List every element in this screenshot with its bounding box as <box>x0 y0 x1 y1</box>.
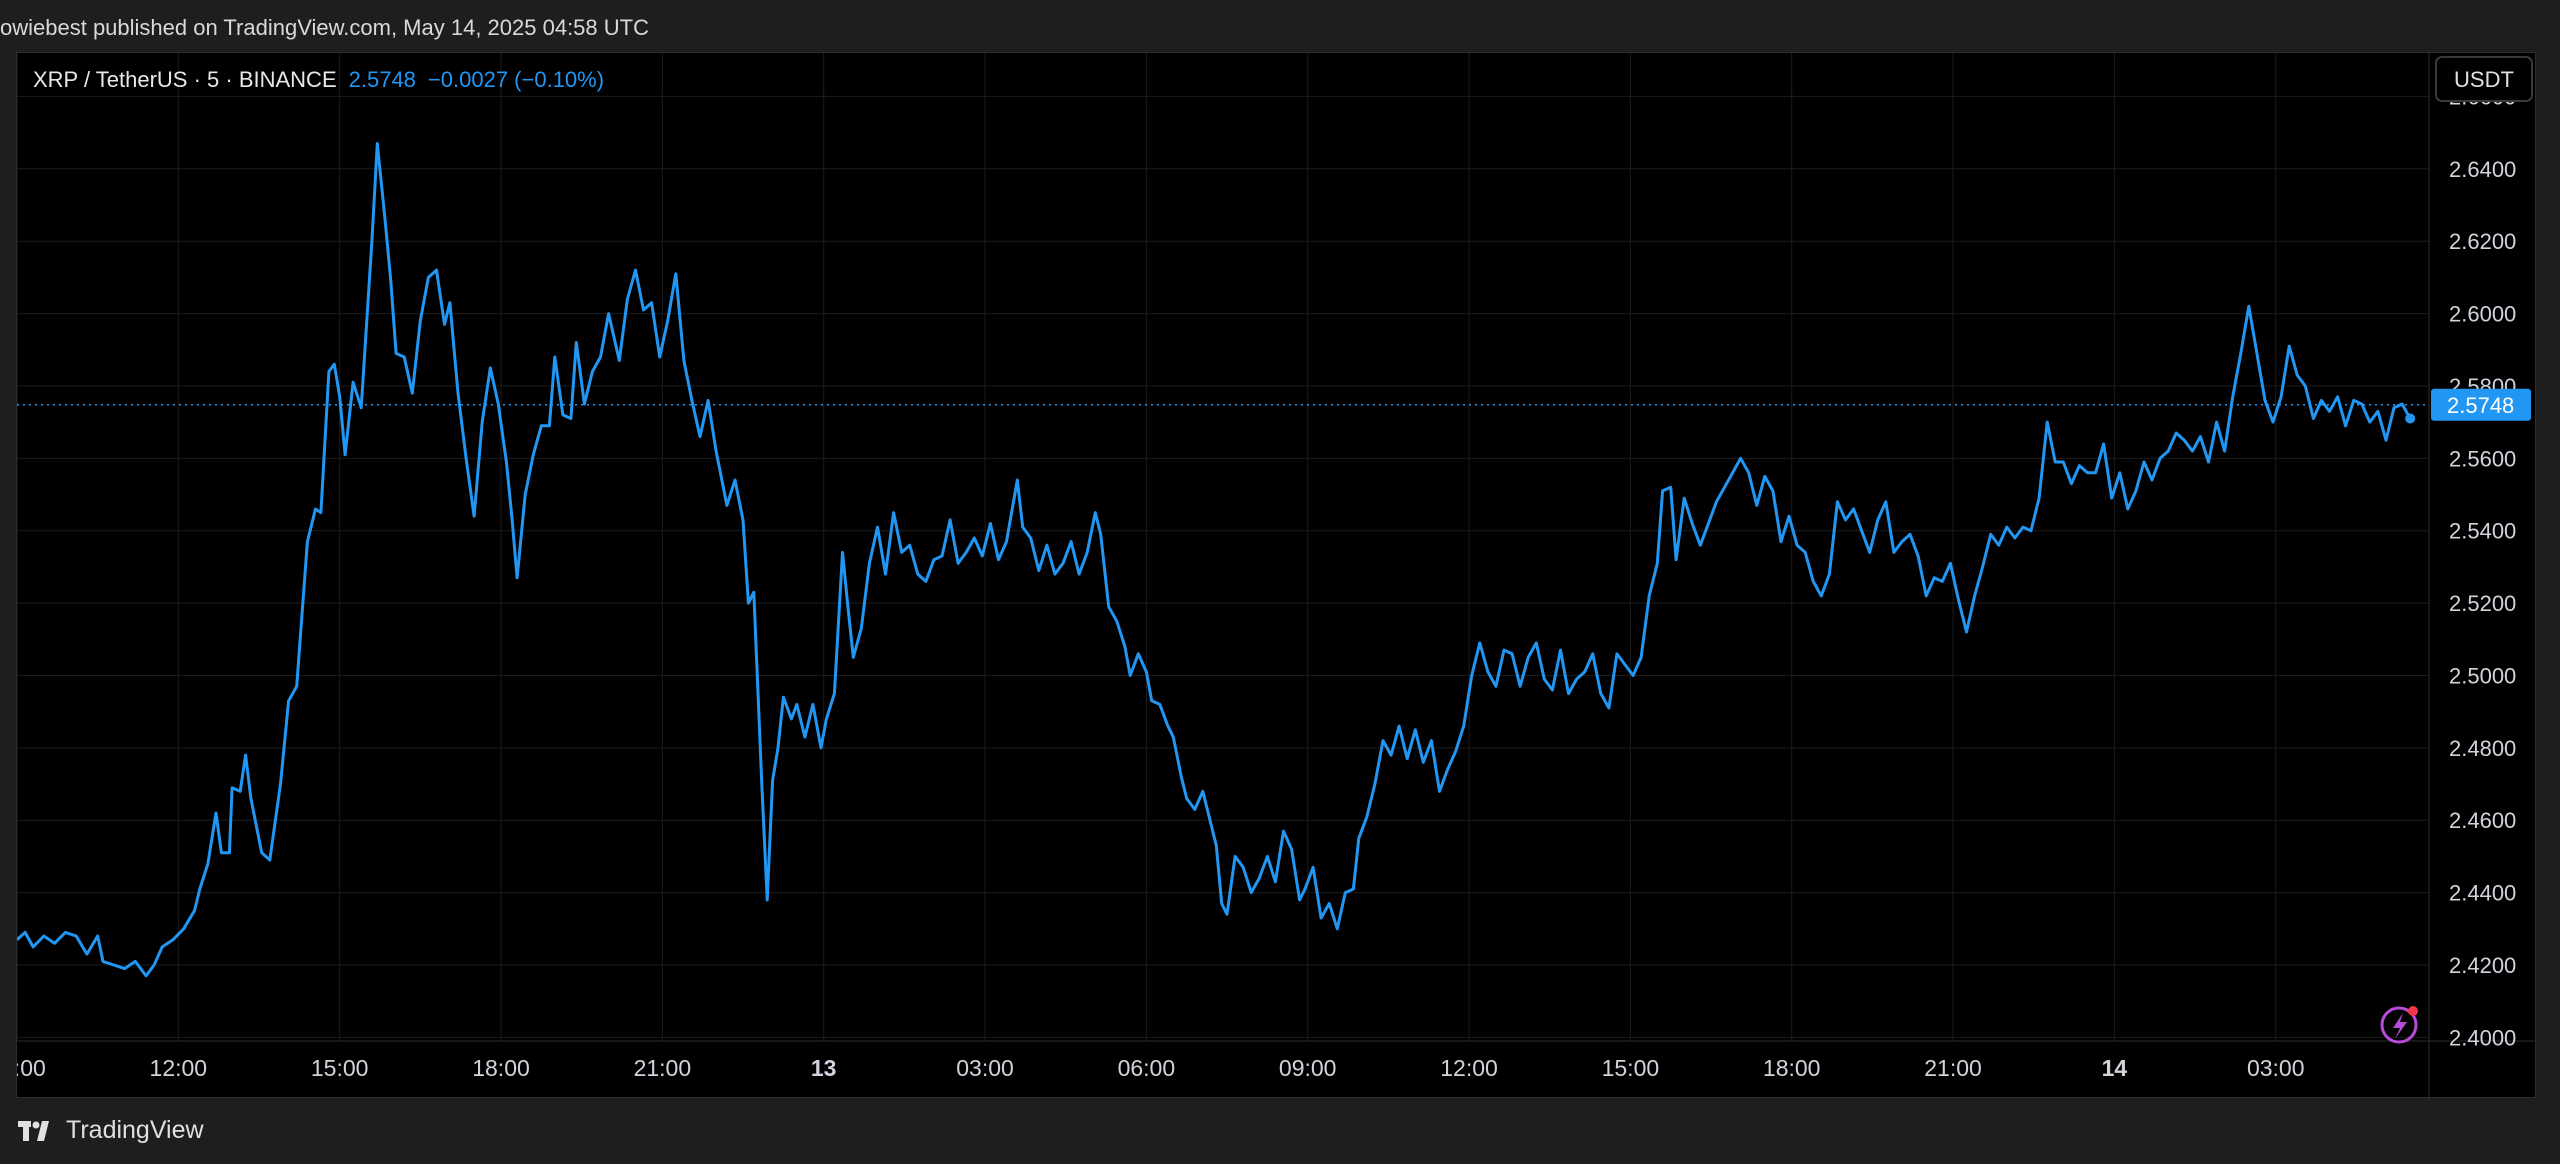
symbol-name[interactable]: XRP / TetherUS · 5 · BINANCE <box>33 67 337 92</box>
x-tick-label: 09:00 <box>17 1055 46 1081</box>
x-tick-label: 15:00 <box>311 1055 369 1081</box>
y-tick-label: 2.5400 <box>2449 519 2516 544</box>
x-tick-label: 12:00 <box>150 1055 208 1081</box>
y-tick-label: 2.5600 <box>2449 446 2516 471</box>
y-tick-label: 2.6000 <box>2449 302 2516 327</box>
brand-name: TradingView <box>66 1116 204 1144</box>
legend-last-price: 2.5748 <box>349 67 416 92</box>
y-tick-label: 2.4400 <box>2449 881 2516 906</box>
x-tick-label: 18:00 <box>472 1055 530 1081</box>
x-tick-label: 14 <box>2102 1055 2128 1081</box>
tradingview-logo[interactable]: TradingView <box>18 1116 204 1145</box>
x-tick-label: 18:00 <box>1763 1055 1821 1081</box>
x-tick-label: 03:00 <box>956 1055 1014 1081</box>
y-tick-label: 2.4000 <box>2449 1025 2516 1050</box>
footer: TradingView <box>16 1098 2536 1164</box>
currency-button-label[interactable]: USDT <box>2454 67 2514 92</box>
notification-dot <box>2408 1006 2418 1016</box>
last-price-tag-text: 2.5748 <box>2447 393 2514 418</box>
y-tick-label: 2.4600 <box>2449 808 2516 833</box>
x-tick-label: 21:00 <box>634 1055 692 1081</box>
x-tick-label: 09:00 <box>1279 1055 1337 1081</box>
y-tick-label: 2.4200 <box>2449 953 2516 978</box>
tradingview-logo-icon <box>18 1120 49 1141</box>
price-series-line[interactable] <box>17 142 2412 978</box>
publication-text: owiebest published on TradingView.com, M… <box>0 15 649 40</box>
y-tick-label: 2.5200 <box>2449 591 2516 616</box>
x-tick-label: 06:00 <box>1118 1055 1176 1081</box>
x-tick-label: 12:00 <box>1440 1055 1498 1081</box>
price-chart[interactable]: 2.66002.64002.62002.60002.58002.56002.54… <box>17 53 2537 1099</box>
y-tick-label: 2.6400 <box>2449 157 2516 182</box>
last-price-marker <box>2405 413 2416 424</box>
y-tick-label: 2.4800 <box>2449 736 2516 761</box>
x-tick-label: 13 <box>811 1055 837 1081</box>
y-tick-label: 2.5000 <box>2449 663 2516 688</box>
publication-bar: owiebest published on TradingView.com, M… <box>0 0 2560 56</box>
x-tick-label: 15:00 <box>1602 1055 1660 1081</box>
y-tick-label: 2.6200 <box>2449 229 2516 254</box>
lightning-bolt <box>2393 1013 2407 1039</box>
x-tick-label: 21:00 <box>1924 1055 1982 1081</box>
symbol-legend: XRP / TetherUS · 5 · BINANCE 2.5748 −0.002… <box>33 67 604 92</box>
chart-frame[interactable]: 2.66002.64002.62002.60002.58002.56002.54… <box>16 52 2537 1099</box>
x-tick-label: 03:00 <box>2247 1055 2305 1081</box>
legend-change: −0.0027 (−0.10%) <box>428 67 604 92</box>
